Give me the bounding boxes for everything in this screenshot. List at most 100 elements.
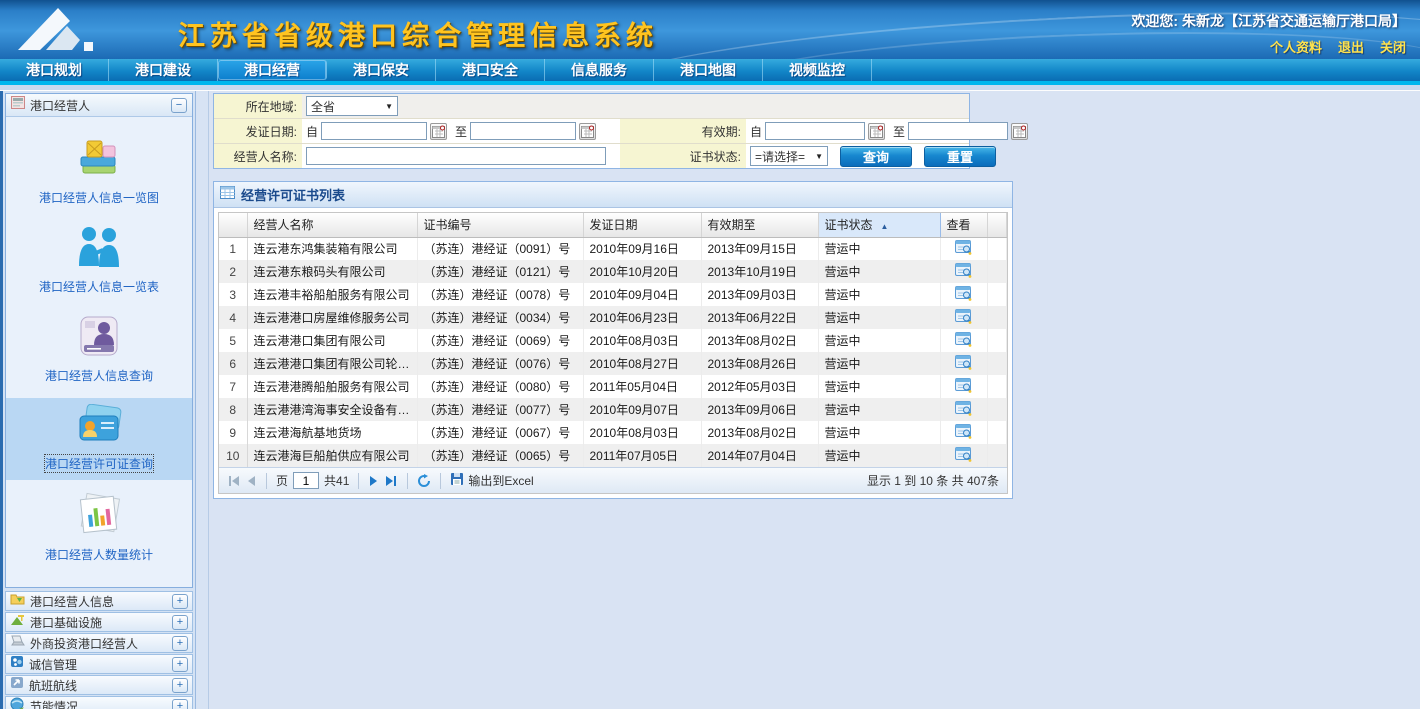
sidebar-panel-header[interactable]: 港口经营人 − — [6, 94, 192, 117]
sidebar-splitter[interactable] — [196, 91, 209, 709]
app-header: 江苏省省级港口综合管理信息系统 欢迎您: 朱新龙【江苏省交通运输厅港口局】 个人… — [0, 0, 1420, 59]
first-page-button[interactable] — [227, 475, 241, 487]
expand-button[interactable]: + — [172, 678, 188, 693]
valid-until-cell: 2013年08月02日 — [701, 329, 818, 352]
tab-port-map[interactable]: 港口地图 — [654, 59, 763, 81]
calendar-icon[interactable] — [1011, 123, 1028, 140]
table-row[interactable]: 5 连云港港口集团有限公司 （苏连）港经证（0069）号 2010年08月03日… — [219, 329, 1007, 352]
view-details-icon[interactable] — [955, 359, 972, 373]
row-number-cell: 7 — [219, 375, 247, 398]
tab-port-security[interactable]: 港口保安 — [327, 59, 436, 81]
operator-name-cell: 连云港港口集团有限公司 — [247, 329, 417, 352]
col-view[interactable]: 查看 — [940, 213, 987, 237]
table-row[interactable]: 6 连云港港口集团有限公司轮驳... （苏连）港经证（0076）号 2010年0… — [219, 352, 1007, 375]
sidebar-section-foreign-invested-operators[interactable]: 外商投资港口经营人 + — [5, 633, 193, 653]
view-details-icon[interactable] — [955, 313, 972, 327]
pagination-summary: 显示 1 到 10 条 共 407条 — [867, 472, 999, 489]
tab-port-safety[interactable]: 港口安全 — [436, 59, 545, 81]
table-row[interactable]: 10 连云港海巨船舶供应有限公司 （苏连）港经证（0065）号 2011年07月… — [219, 444, 1007, 467]
next-page-button[interactable] — [368, 475, 379, 487]
expand-button[interactable]: + — [172, 657, 188, 672]
col-valid-until[interactable]: 有效期至 — [701, 213, 818, 237]
region-select[interactable]: 全省▼ — [306, 96, 398, 116]
issue-date-cell: 2010年08月03日 — [583, 421, 701, 444]
validity-from-input[interactable] — [765, 122, 865, 140]
sidebar-section-operator-info[interactable]: 港口经营人信息 + — [5, 591, 193, 611]
view-details-icon[interactable] — [955, 382, 972, 396]
collapse-button[interactable]: − — [171, 98, 187, 113]
license-icon — [74, 431, 124, 448]
to-label: 至 — [893, 123, 905, 140]
calendar-icon[interactable] — [430, 123, 447, 140]
sidebar-section-integrity-management[interactable]: 诚信管理 + — [5, 654, 193, 674]
expand-button[interactable]: + — [172, 594, 188, 609]
status-cell: 营运中 — [818, 398, 940, 421]
region-label: 所在地域: — [214, 94, 302, 118]
reset-button[interactable]: 重置 — [924, 146, 996, 167]
last-page-button[interactable] — [384, 475, 398, 487]
table-row[interactable]: 2 连云港东粮码头有限公司 （苏连）港经证（0121）号 2010年10月20日… — [219, 260, 1007, 283]
export-excel-button[interactable]: 输出到Excel — [450, 472, 533, 489]
row-number-cell: 3 — [219, 283, 247, 306]
status-cell: 营运中 — [818, 329, 940, 352]
col-cert-status[interactable]: 证书状态▲ — [818, 213, 940, 237]
sidebar-item-operator-overview-map[interactable]: 港口经营人信息一览图 — [6, 129, 192, 214]
col-cert-no[interactable]: 证书编号 — [417, 213, 583, 237]
table-row[interactable]: 3 连云港丰裕船舶服务有限公司 （苏连）港经证（0078）号 2010年09月0… — [219, 283, 1007, 306]
cert-status-label: 证书状态: — [620, 144, 746, 168]
page-input[interactable] — [293, 472, 319, 489]
sidebar: 港口经营人 − 港口经营人信息一览图 — [0, 91, 196, 709]
sidebar-item-operator-info-query[interactable]: 港口经营人信息查询 — [6, 309, 192, 392]
tab-port-construction[interactable]: 港口建设 — [109, 59, 218, 81]
issue-date-to-input[interactable] — [470, 122, 576, 140]
calendar-icon[interactable] — [868, 123, 885, 140]
tab-port-planning[interactable]: 港口规划 — [0, 59, 109, 81]
refresh-icon[interactable] — [417, 474, 431, 488]
cert-status-select[interactable]: =请选择=▼ — [750, 146, 828, 166]
view-details-icon[interactable] — [955, 244, 972, 258]
close-link[interactable]: 关闭 — [1380, 37, 1406, 56]
expand-button[interactable]: + — [172, 636, 188, 651]
sidebar-section-port-infrastructure[interactable]: 港口基础设施 + — [5, 612, 193, 632]
sidebar-item-operator-overview-table[interactable]: 港口经营人信息一览表 — [6, 220, 192, 303]
logout-link[interactable]: 退出 — [1338, 37, 1364, 56]
sidebar-section-energy-saving[interactable]: 节能情况 + — [5, 696, 193, 709]
welcome-text: 欢迎您: 朱新龙【江苏省交通运输厅港口局】 — [1131, 11, 1406, 31]
sidebar-item-license-query[interactable]: 港口经营许可证查询 — [6, 398, 192, 480]
view-details-icon[interactable] — [955, 336, 972, 350]
tab-info-service[interactable]: 信息服务 — [545, 59, 654, 81]
table-row[interactable]: 1 连云港东鸿集装箱有限公司 （苏连）港经证（0091）号 2010年09月16… — [219, 237, 1007, 260]
expand-button[interactable]: + — [172, 615, 188, 630]
issue-date-cell: 2010年06月23日 — [583, 306, 701, 329]
table-row[interactable]: 8 连云港港湾海事安全设备有限... （苏连）港经证（0077）号 2010年0… — [219, 398, 1007, 421]
row-number-cell: 1 — [219, 237, 247, 260]
calendar-icon[interactable] — [579, 123, 596, 140]
sidebar-section-flight-routes[interactable]: 航班航线 + — [5, 675, 193, 695]
table-row[interactable]: 7 连云港港腾船舶服务有限公司 （苏连）港经证（0080）号 2011年05月0… — [219, 375, 1007, 398]
prev-page-button[interactable] — [246, 475, 257, 487]
validity-to-input[interactable] — [908, 122, 1008, 140]
operator-name-input[interactable] — [306, 147, 606, 165]
col-operator-name[interactable]: 经营人名称 — [247, 213, 417, 237]
view-details-icon[interactable] — [955, 451, 972, 465]
tab-port-operation[interactable]: 港口经营 — [218, 60, 327, 80]
valid-until-cell: 2013年09月15日 — [701, 237, 818, 260]
sidebar-item-operator-statistics[interactable]: 港口经营人数量统计 — [6, 486, 192, 571]
row-number-cell: 4 — [219, 306, 247, 329]
profile-link[interactable]: 个人资料 — [1270, 37, 1322, 56]
issue-date-cell: 2010年09月16日 — [583, 237, 701, 260]
tab-video-monitor[interactable]: 视频监控 — [763, 59, 872, 81]
issue-date-from-input[interactable] — [321, 122, 427, 140]
table-row[interactable]: 4 连云港港口房屋维修服务公司 （苏连）港经证（0034）号 2010年06月2… — [219, 306, 1007, 329]
issue-date-cell: 2010年09月04日 — [583, 283, 701, 306]
col-issue-date[interactable]: 发证日期 — [583, 213, 701, 237]
view-details-icon[interactable] — [955, 267, 972, 281]
query-button[interactable]: 查询 — [840, 146, 912, 167]
expand-button[interactable]: + — [172, 699, 188, 709]
sidebar-item-label: 港口经营人信息一览表 — [39, 278, 159, 295]
view-details-icon[interactable] — [955, 405, 972, 419]
view-details-icon[interactable] — [955, 290, 972, 304]
table-row[interactable]: 9 连云港海航基地货场 （苏连）港经证（0067）号 2010年08月03日 2… — [219, 421, 1007, 444]
filler-cell — [987, 352, 1007, 375]
view-details-icon[interactable] — [955, 428, 972, 442]
